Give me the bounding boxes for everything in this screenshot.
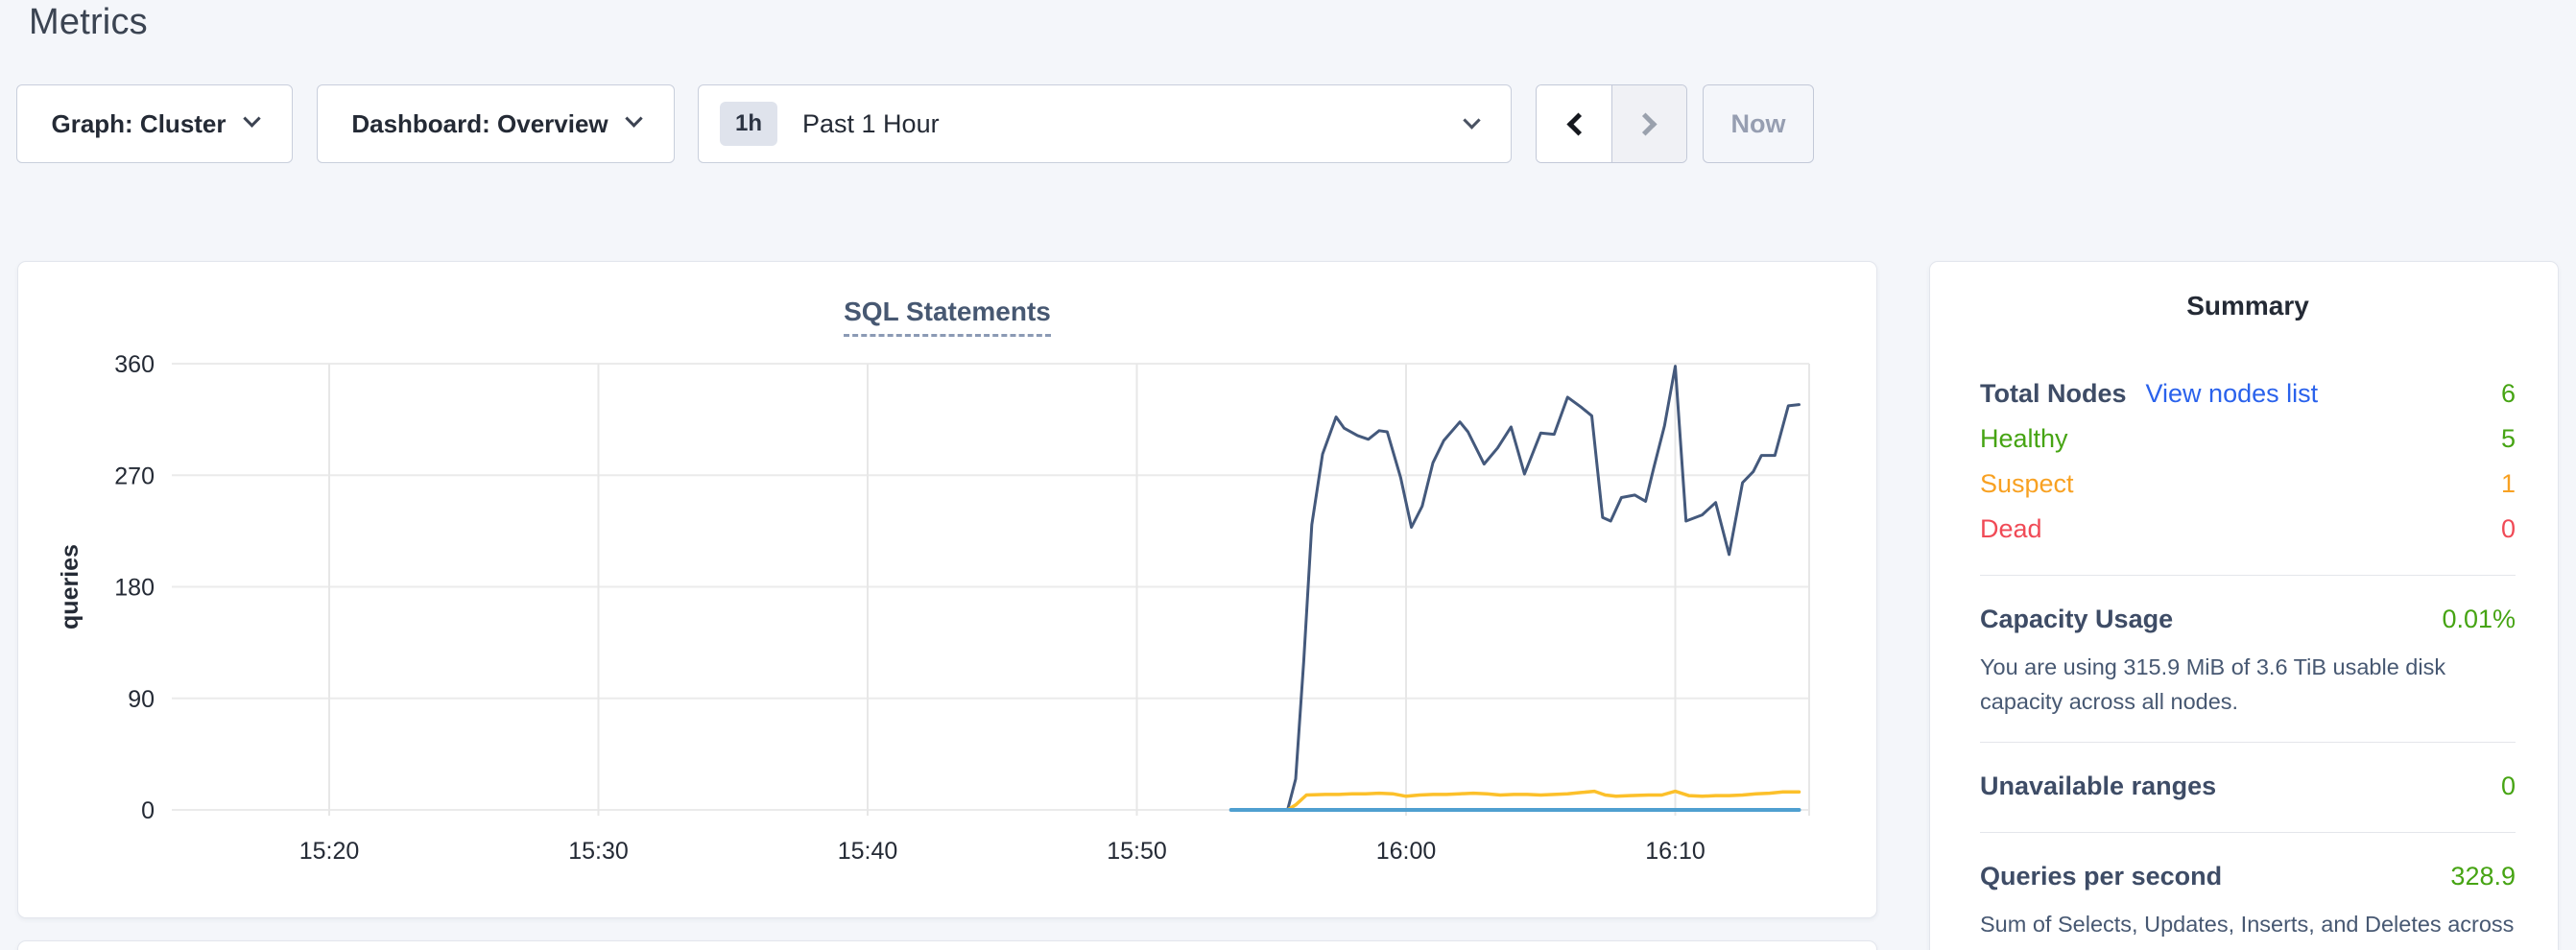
time-range-badge: 1h xyxy=(720,102,777,146)
queries-per-second-caption: Sum of Selects, Updates, Inserts, and De… xyxy=(1980,907,2516,950)
prev-time-button[interactable] xyxy=(1537,85,1611,162)
svg-text:15:40: 15:40 xyxy=(838,838,898,865)
chevron-down-icon xyxy=(625,109,642,127)
suspect-value: 1 xyxy=(2501,462,2516,507)
svg-text:90: 90 xyxy=(128,686,155,713)
time-range-label: Past 1 Hour xyxy=(802,109,940,139)
next-time-button-disabled[interactable] xyxy=(1611,85,1686,162)
capacity-usage-label: Capacity Usage xyxy=(1980,597,2173,642)
healthy-value: 5 xyxy=(2501,416,2516,462)
summary-divider xyxy=(1980,575,2516,576)
healthy-label: Healthy xyxy=(1980,416,2068,462)
healthy-nodes-row: Healthy 5 xyxy=(1980,416,2516,462)
capacity-usage-caption: You are using 315.9 MiB of 3.6 TiB usabl… xyxy=(1980,650,2516,719)
svg-text:15:30: 15:30 xyxy=(568,838,629,865)
svg-text:360: 360 xyxy=(114,351,155,378)
dead-nodes-row: Dead 0 xyxy=(1980,507,2516,552)
chevron-down-icon xyxy=(243,109,260,127)
sql-statements-line-chart[interactable]: 0 90 180 270 360 15:20 15:30 15:40 15:50 16:00 16:… xyxy=(18,262,1878,919)
sql-statements-chart-card: SQL Statements 09018027036015:2015:3015:… xyxy=(17,261,1877,918)
view-nodes-list-link[interactable]: View nodes list xyxy=(2146,371,2319,416)
svg-text:15:50: 15:50 xyxy=(1107,838,1167,865)
unavailable-ranges-label: Unavailable ranges xyxy=(1980,764,2216,809)
unavailable-ranges-section: Unavailable ranges 0 xyxy=(1980,764,2516,809)
chevron-down-icon xyxy=(1463,111,1480,129)
capacity-usage-value: 0.01% xyxy=(2442,597,2516,642)
dashboard-dropdown-label: Dashboard: Overview xyxy=(351,109,608,139)
queries-per-second-label: Queries per second xyxy=(1980,854,2222,899)
summary-divider xyxy=(1980,832,2516,833)
next-chart-card xyxy=(17,940,1877,950)
dead-label: Dead xyxy=(1980,507,2042,552)
svg-text:queries: queries xyxy=(57,544,83,629)
total-nodes-row: Total Nodes View nodes list 6 xyxy=(1980,371,2516,416)
graph-dropdown-label: Graph: Cluster xyxy=(51,109,226,139)
summary-divider xyxy=(1980,742,2516,743)
total-nodes-value: 6 xyxy=(2501,371,2516,416)
svg-text:16:00: 16:00 xyxy=(1376,838,1437,865)
suspect-nodes-row: Suspect 1 xyxy=(1980,462,2516,507)
svg-text:270: 270 xyxy=(114,463,155,489)
time-step-button-group xyxy=(1536,84,1687,163)
dead-value: 0 xyxy=(2501,507,2516,552)
summary-panel: Summary Total Nodes View nodes list 6 He… xyxy=(1929,261,2559,950)
time-range-selector[interactable]: 1h Past 1 Hour xyxy=(698,84,1512,163)
unavailable-ranges-value: 0 xyxy=(2501,764,2516,809)
chevron-left-icon xyxy=(1566,112,1589,135)
queries-per-second-value: 328.9 xyxy=(2450,854,2516,899)
chevron-right-icon xyxy=(1634,112,1657,135)
summary-title: Summary xyxy=(1980,291,2516,321)
svg-text:0: 0 xyxy=(141,797,155,824)
now-button[interactable]: Now xyxy=(1703,84,1814,163)
controls-bar: Graph: Cluster Dashboard: Overview 1h Pa… xyxy=(0,84,2576,163)
dashboard-dropdown[interactable]: Dashboard: Overview xyxy=(317,84,675,163)
graph-dropdown[interactable]: Graph: Cluster xyxy=(16,84,293,163)
capacity-usage-section: Capacity Usage 0.01% You are using 315.9… xyxy=(1980,597,2516,719)
total-nodes-label: Total Nodes xyxy=(1980,371,2127,416)
queries-per-second-section: Queries per second 328.9 Sum of Selects,… xyxy=(1980,854,2516,950)
suspect-label: Suspect xyxy=(1980,462,2074,507)
svg-text:16:10: 16:10 xyxy=(1645,838,1705,865)
svg-text:15:20: 15:20 xyxy=(299,838,360,865)
page-title: Metrics xyxy=(29,2,148,43)
svg-text:180: 180 xyxy=(114,575,155,602)
